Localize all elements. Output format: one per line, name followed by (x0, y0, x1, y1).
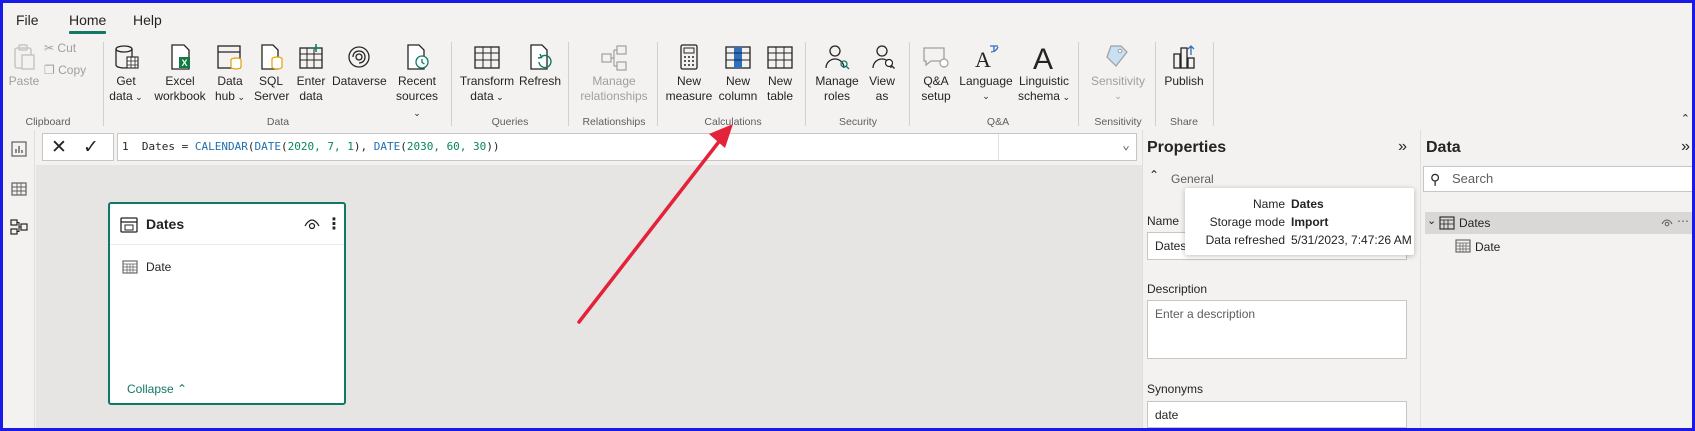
arrow-head (709, 124, 733, 148)
annotation-arrow (577, 124, 733, 324)
arrow-shaft (577, 128, 730, 324)
